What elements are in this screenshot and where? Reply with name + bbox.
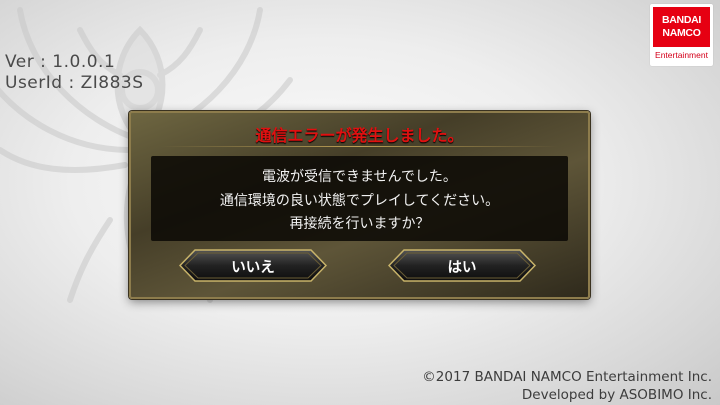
- yes-button-label: はい: [447, 260, 477, 276]
- message-line: 通信環境の良い状態でプレイしてください。: [219, 193, 500, 209]
- title-divider: [161, 146, 558, 147]
- logo-subtitle: Entertainment: [655, 50, 708, 60]
- logo-line-2: NAMCO: [662, 27, 701, 39]
- message-box: 電波が受信できませんでした。 通信環境の良い状態でプレイしてください。 再接続を…: [151, 156, 568, 241]
- user-id-label: UserId : ZI883S: [5, 73, 144, 93]
- no-button[interactable]: いいえ: [179, 249, 327, 282]
- connection-error-dialog: 通信エラーが発生しました。 電波が受信できませんでした。 通信環境の良い状態でプ…: [129, 111, 590, 299]
- message-line: 電波が受信できませんでした。: [262, 169, 457, 185]
- no-button-label: いいえ: [231, 260, 275, 276]
- yes-button[interactable]: はい: [388, 249, 536, 282]
- logo-mark: BANDAI NAMCO: [653, 7, 710, 47]
- bandai-namco-logo: BANDAI NAMCO Entertainment: [650, 4, 713, 66]
- game-screen: Ver : 1.0.0.1 UserId : ZI883S BANDAI NAM…: [0, 0, 720, 405]
- dialog-title: 通信エラーが発生しました。: [255, 126, 464, 145]
- copyright-notice: ©2017 BANDAI NAMCO Entertainment Inc. De…: [422, 368, 712, 404]
- copyright-line: ©2017 BANDAI NAMCO Entertainment Inc.: [422, 369, 712, 385]
- version-label: Ver : 1.0.0.1: [5, 52, 116, 72]
- message-line: 再接続を行いますか？: [289, 216, 430, 232]
- logo-line-1: BANDAI: [661, 14, 702, 26]
- developer-line: Developed by ASOBIMO Inc.: [521, 387, 712, 403]
